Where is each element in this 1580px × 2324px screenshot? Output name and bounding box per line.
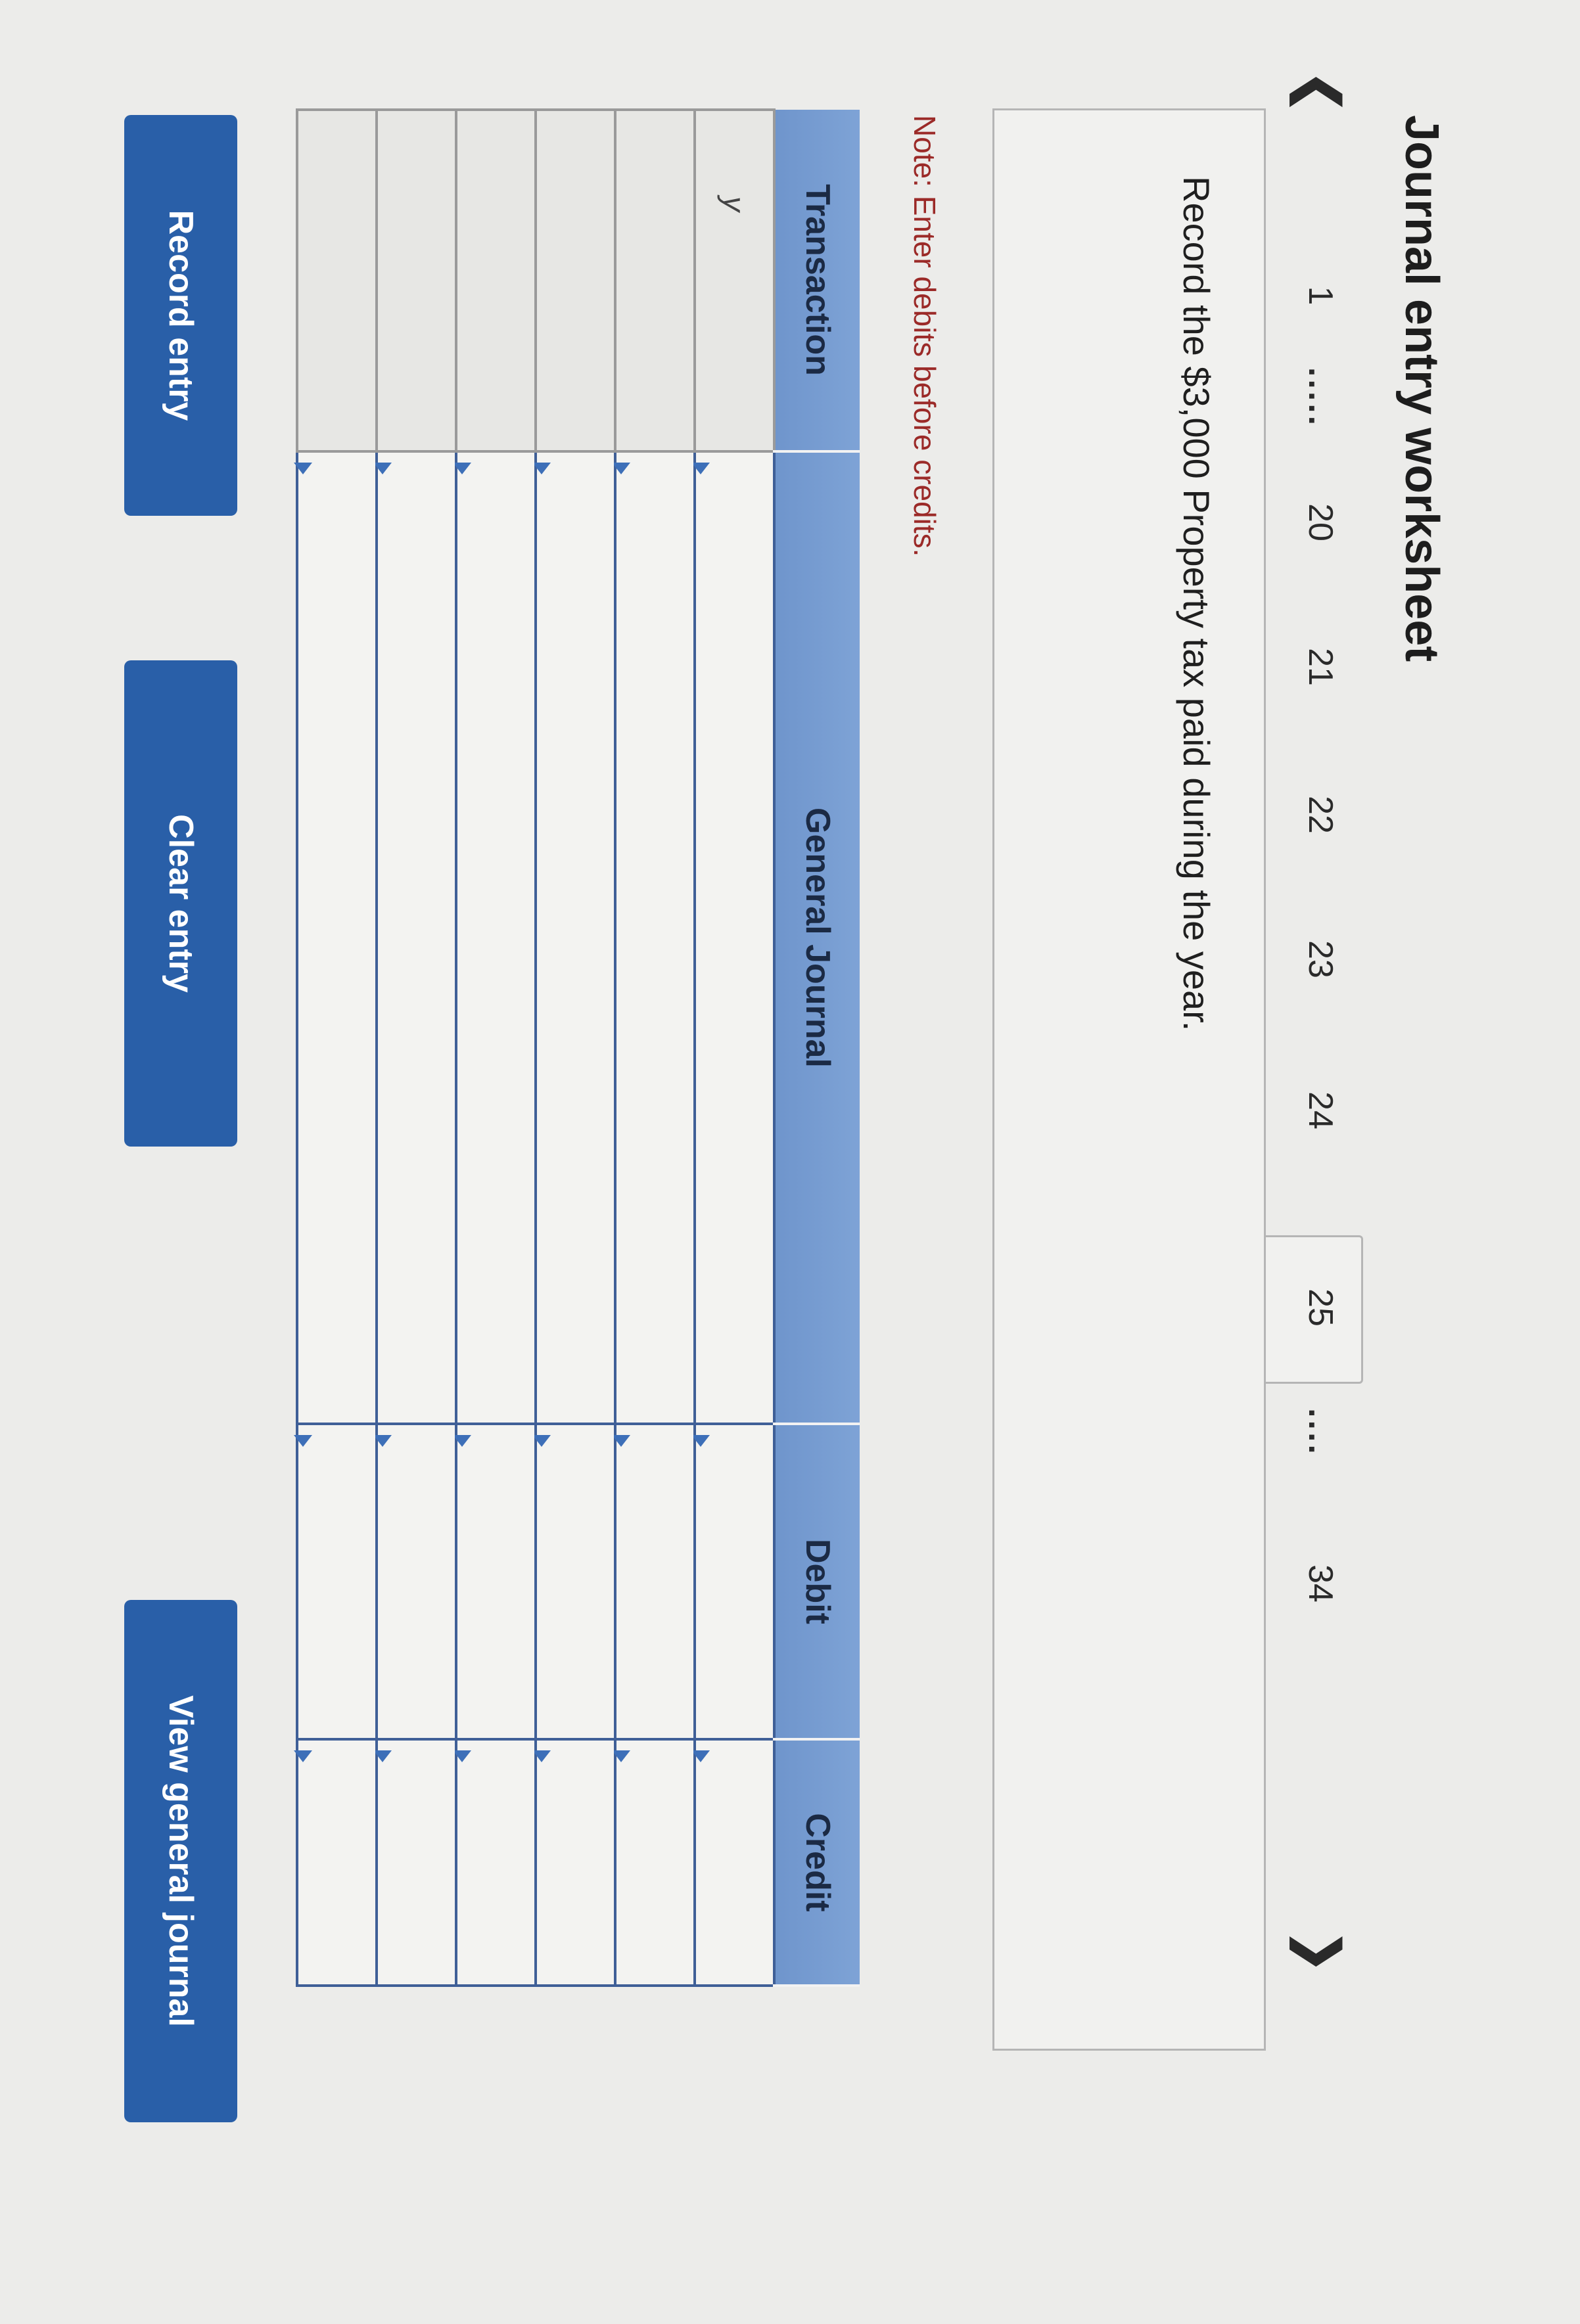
debit-cell[interactable] — [294, 1424, 377, 1739]
account-cell[interactable] — [294, 451, 377, 1424]
table-row: y — [691, 110, 774, 1986]
debit-cell[interactable] — [612, 1424, 695, 1739]
debit-value — [696, 1425, 773, 1738]
entry-note: Note: Enter debits before credits. — [908, 115, 942, 557]
table-row — [453, 110, 536, 1986]
credit-value — [457, 1741, 534, 1984]
page-ellipsis-end: .... — [1301, 1408, 1339, 1457]
debit-cell[interactable] — [532, 1424, 615, 1739]
account-value — [457, 453, 534, 1423]
account-cell[interactable] — [532, 451, 615, 1424]
debit-cell[interactable] — [453, 1424, 536, 1739]
account-value — [696, 453, 773, 1423]
dropdown-marker-icon — [294, 463, 312, 474]
table-row — [373, 110, 456, 1986]
credit-value — [378, 1741, 455, 1984]
credit-cell[interactable] — [453, 1739, 536, 1986]
account-cell[interactable] — [373, 451, 456, 1424]
view-general-journal-button[interactable]: View general journal — [124, 1600, 237, 2122]
account-cell[interactable] — [691, 451, 774, 1424]
transaction-cell[interactable] — [456, 110, 536, 451]
transaction-value — [479, 111, 513, 196]
account-value — [298, 453, 375, 1423]
transaction-cell[interactable] — [536, 110, 615, 451]
account-cell[interactable] — [612, 451, 695, 1424]
debit-cell[interactable] — [691, 1424, 774, 1739]
page-link-23[interactable]: 23 — [1301, 920, 1340, 999]
debit-value — [298, 1425, 375, 1738]
credit-cell[interactable] — [294, 1739, 377, 1986]
transaction-value — [320, 111, 354, 196]
chevron-right-icon[interactable]: ❯ — [1290, 1922, 1350, 1981]
credit-value — [537, 1741, 614, 1984]
debit-value — [616, 1425, 693, 1738]
account-value — [537, 453, 614, 1423]
clear-entry-button[interactable]: Clear entry — [124, 660, 237, 1147]
transaction-cell[interactable] — [297, 110, 377, 451]
page-title: Journal entry worksheet — [1395, 115, 1448, 662]
credit-value — [298, 1741, 375, 1984]
table-row — [294, 110, 377, 1986]
page-link-21[interactable]: 21 — [1301, 627, 1340, 706]
general-journal-table: Transaction General Journal Debit Credit… — [294, 108, 860, 1987]
header-general-journal: General Journal — [774, 451, 860, 1424]
page-link-34[interactable]: 34 — [1301, 1544, 1340, 1623]
dropdown-marker-icon — [294, 1750, 312, 1762]
header-credit: Credit — [774, 1739, 860, 1986]
page-link-1[interactable]: 1 — [1301, 256, 1340, 335]
journal-entry-worksheet: Journal entry worksheet ❮ 1 ..... 20 21 … — [0, 0, 1580, 2324]
debit-cell[interactable] — [373, 1424, 456, 1739]
credit-cell[interactable] — [532, 1739, 615, 1986]
screen: Journal entry worksheet ❮ 1 ..... 20 21 … — [0, 0, 1580, 2324]
transaction-value — [638, 111, 672, 196]
credit-value — [696, 1741, 773, 1984]
account-value — [616, 453, 693, 1423]
credit-cell[interactable] — [691, 1739, 774, 1986]
page-link-24[interactable]: 24 — [1301, 1071, 1340, 1150]
transaction-prompt: Record the $3,000 Property tax paid duri… — [1176, 176, 1217, 1032]
record-entry-button[interactable]: Record entry — [124, 115, 237, 516]
page-link-22[interactable]: 22 — [1301, 775, 1340, 854]
prompt-panel: Record the $3,000 Property tax paid duri… — [992, 108, 1266, 2051]
table-header-row: Transaction General Journal Debit Credit — [774, 110, 860, 1986]
table-row — [612, 110, 695, 1986]
credit-cell[interactable] — [373, 1739, 456, 1986]
table-row — [532, 110, 615, 1986]
transaction-value — [400, 111, 434, 196]
credit-value — [616, 1741, 693, 1984]
header-transaction: Transaction — [774, 110, 860, 451]
debit-value — [457, 1425, 534, 1738]
header-debit: Debit — [774, 1424, 860, 1739]
chevron-left-icon[interactable]: ❮ — [1290, 62, 1350, 122]
account-value — [378, 453, 455, 1423]
page-ellipsis-start: ..... — [1301, 367, 1339, 428]
transaction-cell[interactable]: y — [695, 110, 774, 451]
transaction-cell[interactable] — [615, 110, 695, 451]
debit-value — [537, 1425, 614, 1738]
page-link-20[interactable]: 20 — [1301, 483, 1340, 562]
account-cell[interactable] — [453, 451, 536, 1424]
credit-cell[interactable] — [612, 1739, 695, 1986]
dropdown-marker-icon — [294, 1435, 312, 1447]
debit-value — [378, 1425, 455, 1738]
page-link-25[interactable]: 25 — [1301, 1268, 1340, 1347]
transaction-value: y — [717, 196, 752, 212]
transaction-value — [559, 111, 593, 196]
transaction-cell[interactable] — [377, 110, 456, 451]
